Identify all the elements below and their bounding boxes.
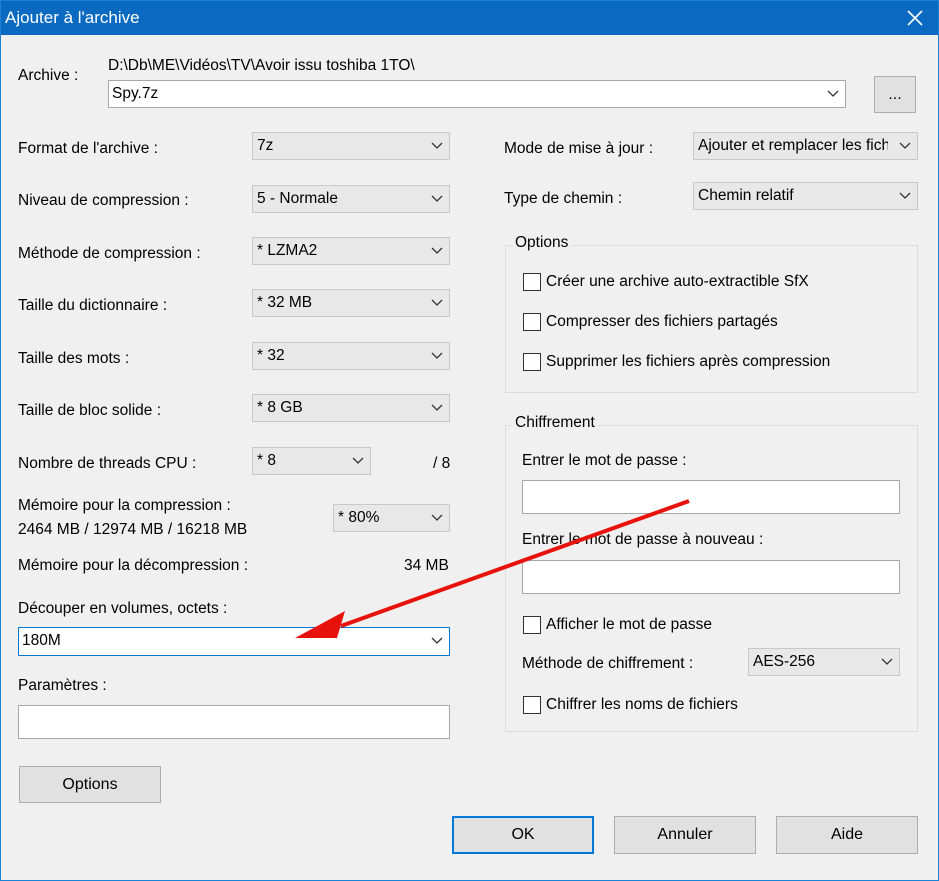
options-button[interactable]: Options bbox=[19, 766, 161, 803]
enc-method-label: Méthode de chiffrement : bbox=[522, 655, 694, 672]
chevron-down-icon bbox=[899, 192, 911, 199]
dict-label: Taille du dictionnaire : bbox=[18, 297, 168, 314]
mem-comp-detail: 2464 MB / 12974 MB / 16218 MB bbox=[18, 521, 248, 538]
password-confirm-label: Entrer le mot de passe à nouveau : bbox=[522, 531, 764, 548]
encrypt-names-checkbox[interactable] bbox=[523, 696, 541, 714]
mem-comp-label: Mémoire pour la compression : bbox=[18, 497, 231, 514]
path-type-label: Type de chemin : bbox=[504, 190, 623, 207]
encrypt-names-label: Chiffrer les noms de fichiers bbox=[546, 696, 738, 713]
show-password-label: Afficher le mot de passe bbox=[546, 616, 712, 633]
encryption-group-title: Chiffrement bbox=[512, 414, 598, 432]
chevron-down-icon bbox=[431, 195, 443, 202]
mem-comp-select[interactable]: * 80% bbox=[333, 504, 450, 532]
cancel-button[interactable]: Annuler bbox=[614, 816, 756, 854]
title-bar: Ajouter à l'archive bbox=[1, 1, 938, 35]
solid-label: Taille de bloc solide : bbox=[18, 402, 162, 419]
help-button[interactable]: Aide bbox=[776, 816, 918, 854]
format-select[interactable]: 7z bbox=[252, 132, 450, 160]
mem-comp-value: * 80% bbox=[338, 509, 380, 526]
threads-select[interactable]: * 8 bbox=[252, 447, 371, 475]
split-volumes-combo[interactable]: 180M bbox=[18, 627, 450, 656]
show-password-checkbox[interactable] bbox=[523, 616, 541, 634]
archive-label: Archive : bbox=[18, 67, 79, 84]
sfx-checkbox[interactable] bbox=[523, 273, 541, 291]
browse-button[interactable]: ... bbox=[874, 76, 916, 113]
close-icon bbox=[907, 10, 923, 26]
window-title: Ajouter à l'archive bbox=[5, 8, 140, 27]
archive-name-combo[interactable]: Spy.7z bbox=[108, 80, 846, 108]
dialog-body: Archive : D:\Db\ME\Vidéos\TV\Avoir issu … bbox=[1, 35, 938, 880]
split-label: Découper en volumes, octets : bbox=[18, 600, 228, 617]
archive-path: D:\Db\ME\Vidéos\TV\Avoir issu toshiba 1T… bbox=[108, 57, 415, 74]
enc-method-value: AES-256 bbox=[753, 653, 816, 670]
chevron-down-icon bbox=[431, 299, 443, 306]
level-select[interactable]: 5 - Normale bbox=[252, 185, 450, 213]
dict-value: * 32 MB bbox=[257, 294, 313, 311]
shared-checkbox[interactable] bbox=[523, 313, 541, 331]
delete-checkbox[interactable] bbox=[523, 353, 541, 371]
word-value: * 32 bbox=[257, 347, 285, 364]
level-value: 5 - Normale bbox=[257, 190, 338, 207]
method-value: * LZMA2 bbox=[257, 242, 318, 259]
chevron-down-icon bbox=[431, 514, 443, 521]
method-label: Méthode de compression : bbox=[18, 245, 201, 262]
delete-label: Supprimer les fichiers après compression bbox=[546, 353, 831, 370]
chevron-down-icon bbox=[827, 90, 839, 97]
params-label: Paramètres : bbox=[18, 677, 107, 694]
chevron-down-icon bbox=[431, 637, 443, 644]
dict-select[interactable]: * 32 MB bbox=[252, 289, 450, 317]
chevron-down-icon bbox=[431, 352, 443, 359]
format-label: Format de l'archive : bbox=[18, 140, 158, 157]
path-type-select[interactable]: Chemin relatif bbox=[693, 182, 918, 210]
sfx-label: Créer une archive auto-extractible SfX bbox=[546, 273, 809, 290]
update-label: Mode de mise à jour : bbox=[504, 140, 654, 157]
threads-value: * 8 bbox=[257, 452, 276, 469]
mem-decomp-label: Mémoire pour la décompression : bbox=[18, 557, 249, 574]
password-input[interactable] bbox=[522, 480, 900, 514]
word-select[interactable]: * 32 bbox=[252, 342, 450, 370]
method-select[interactable]: * LZMA2 bbox=[252, 237, 450, 265]
chevron-down-icon bbox=[881, 658, 893, 665]
path-type-value: Chemin relatif bbox=[698, 187, 794, 204]
archive-name-value: Spy.7z bbox=[112, 85, 159, 102]
shared-label: Compresser des fichiers partagés bbox=[546, 313, 778, 330]
enc-method-select[interactable]: AES-256 bbox=[748, 648, 900, 676]
params-input[interactable] bbox=[18, 705, 450, 739]
options-group-title: Options bbox=[512, 234, 572, 252]
close-button[interactable] bbox=[892, 1, 938, 35]
mem-decomp-value: 34 MB bbox=[404, 557, 449, 574]
password-label: Entrer le mot de passe : bbox=[522, 452, 687, 469]
chevron-down-icon bbox=[431, 142, 443, 149]
update-select[interactable]: Ajouter et remplacer les fich bbox=[693, 132, 918, 160]
chevron-down-icon bbox=[899, 142, 911, 149]
solid-value: * 8 GB bbox=[257, 399, 303, 416]
chevron-down-icon bbox=[431, 247, 443, 254]
solid-select[interactable]: * 8 GB bbox=[252, 394, 450, 422]
split-value: 180M bbox=[22, 632, 61, 649]
word-label: Taille des mots : bbox=[18, 350, 130, 367]
dialog-window: Ajouter à l'archive Archive : D:\Db\ME\V… bbox=[0, 0, 939, 881]
threads-label: Nombre de threads CPU : bbox=[18, 455, 197, 472]
format-value: 7z bbox=[257, 137, 274, 154]
password-confirm-input[interactable] bbox=[522, 560, 900, 594]
threads-max: / 8 bbox=[433, 455, 451, 472]
chevron-down-icon bbox=[352, 457, 364, 464]
chevron-down-icon bbox=[431, 404, 443, 411]
ok-button[interactable]: OK bbox=[452, 816, 594, 854]
level-label: Niveau de compression : bbox=[18, 192, 189, 209]
update-value: Ajouter et remplacer les fich bbox=[698, 137, 888, 154]
